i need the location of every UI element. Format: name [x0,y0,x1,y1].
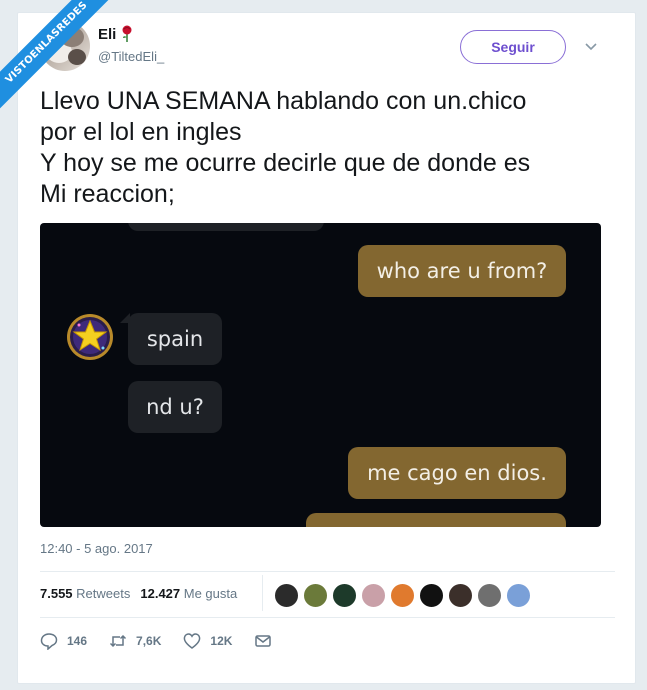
liker-avatar[interactable] [361,583,386,608]
retweets-stat[interactable]: 7.555 Retweets [40,586,130,601]
engagement-stats: 7.555 Retweets 12.427 Me gusta [40,586,237,601]
bubble-tail [556,245,566,255]
liker-avatar[interactable] [448,583,473,608]
display-name[interactable]: Eli [98,26,116,43]
retweet-button[interactable]: 7,6K [109,632,161,650]
liker-avatar[interactable] [332,583,357,608]
reply-button[interactable]: 146 [40,632,87,650]
like-button[interactable]: 12K [183,632,232,650]
chat-bubble-cutoff-top [128,223,324,231]
like-count: 12K [210,634,233,648]
tweet-card: Eli @TiltedEli_ Seguir Llevo UNA SEMANA … [17,12,636,684]
chat-bubble-outgoing: who are u from? [358,245,566,297]
liker-avatar[interactable] [303,583,328,608]
retweet-icon [110,634,127,648]
envelope-icon [255,635,272,647]
tweet-actions: 146 7,6K 12K [40,632,294,650]
direct-message-button[interactable] [254,632,272,650]
rose-icon [122,25,132,42]
divider [262,575,263,611]
chevron-down-icon[interactable] [584,39,598,53]
divider [40,617,615,618]
likers-avatars [274,583,531,608]
star-avatar-icon [67,314,113,360]
retweet-count: 7,6K [136,634,162,648]
name-row: Eli [98,25,134,43]
bubble-tail [120,313,130,323]
chat-screenshot-image[interactable]: who are u from? spain nd u? me cago en d… [40,223,601,527]
reply-icon [40,633,58,650]
likes-stat[interactable]: 12.427 Me gusta [140,586,237,601]
follow-button[interactable]: Seguir [460,30,566,64]
divider [40,571,615,572]
heart-icon [184,633,201,649]
chat-bubble-cutoff-bottom [306,513,566,527]
tweet-text: Llevo UNA SEMANA hablando con un.chico p… [40,86,620,210]
liker-avatar[interactable] [477,583,502,608]
bubble-tail [556,447,566,457]
liker-avatar[interactable] [390,583,415,608]
liker-avatar[interactable] [506,583,531,608]
chat-bubble-outgoing: me cago en dios. [348,447,566,499]
tweet-line: Y hoy se me ocurre decirle que de donde … [40,149,531,177]
tweet-line: Llevo UNA SEMANA hablando con un.chico [40,87,527,115]
tweet-line: por el lol en ingles [40,118,242,146]
tweet-timestamp[interactable]: 12:40 - 5 ago. 2017 [40,541,153,556]
tweet-line: Mi reaccion; [40,180,175,208]
liker-avatar[interactable] [419,583,444,608]
chat-bubble-incoming: spain [128,313,222,365]
chat-bubble-incoming: nd u? [128,381,222,433]
reply-count: 146 [67,634,88,648]
user-handle[interactable]: @TiltedEli_ [98,49,164,64]
liker-avatar[interactable] [274,583,299,608]
